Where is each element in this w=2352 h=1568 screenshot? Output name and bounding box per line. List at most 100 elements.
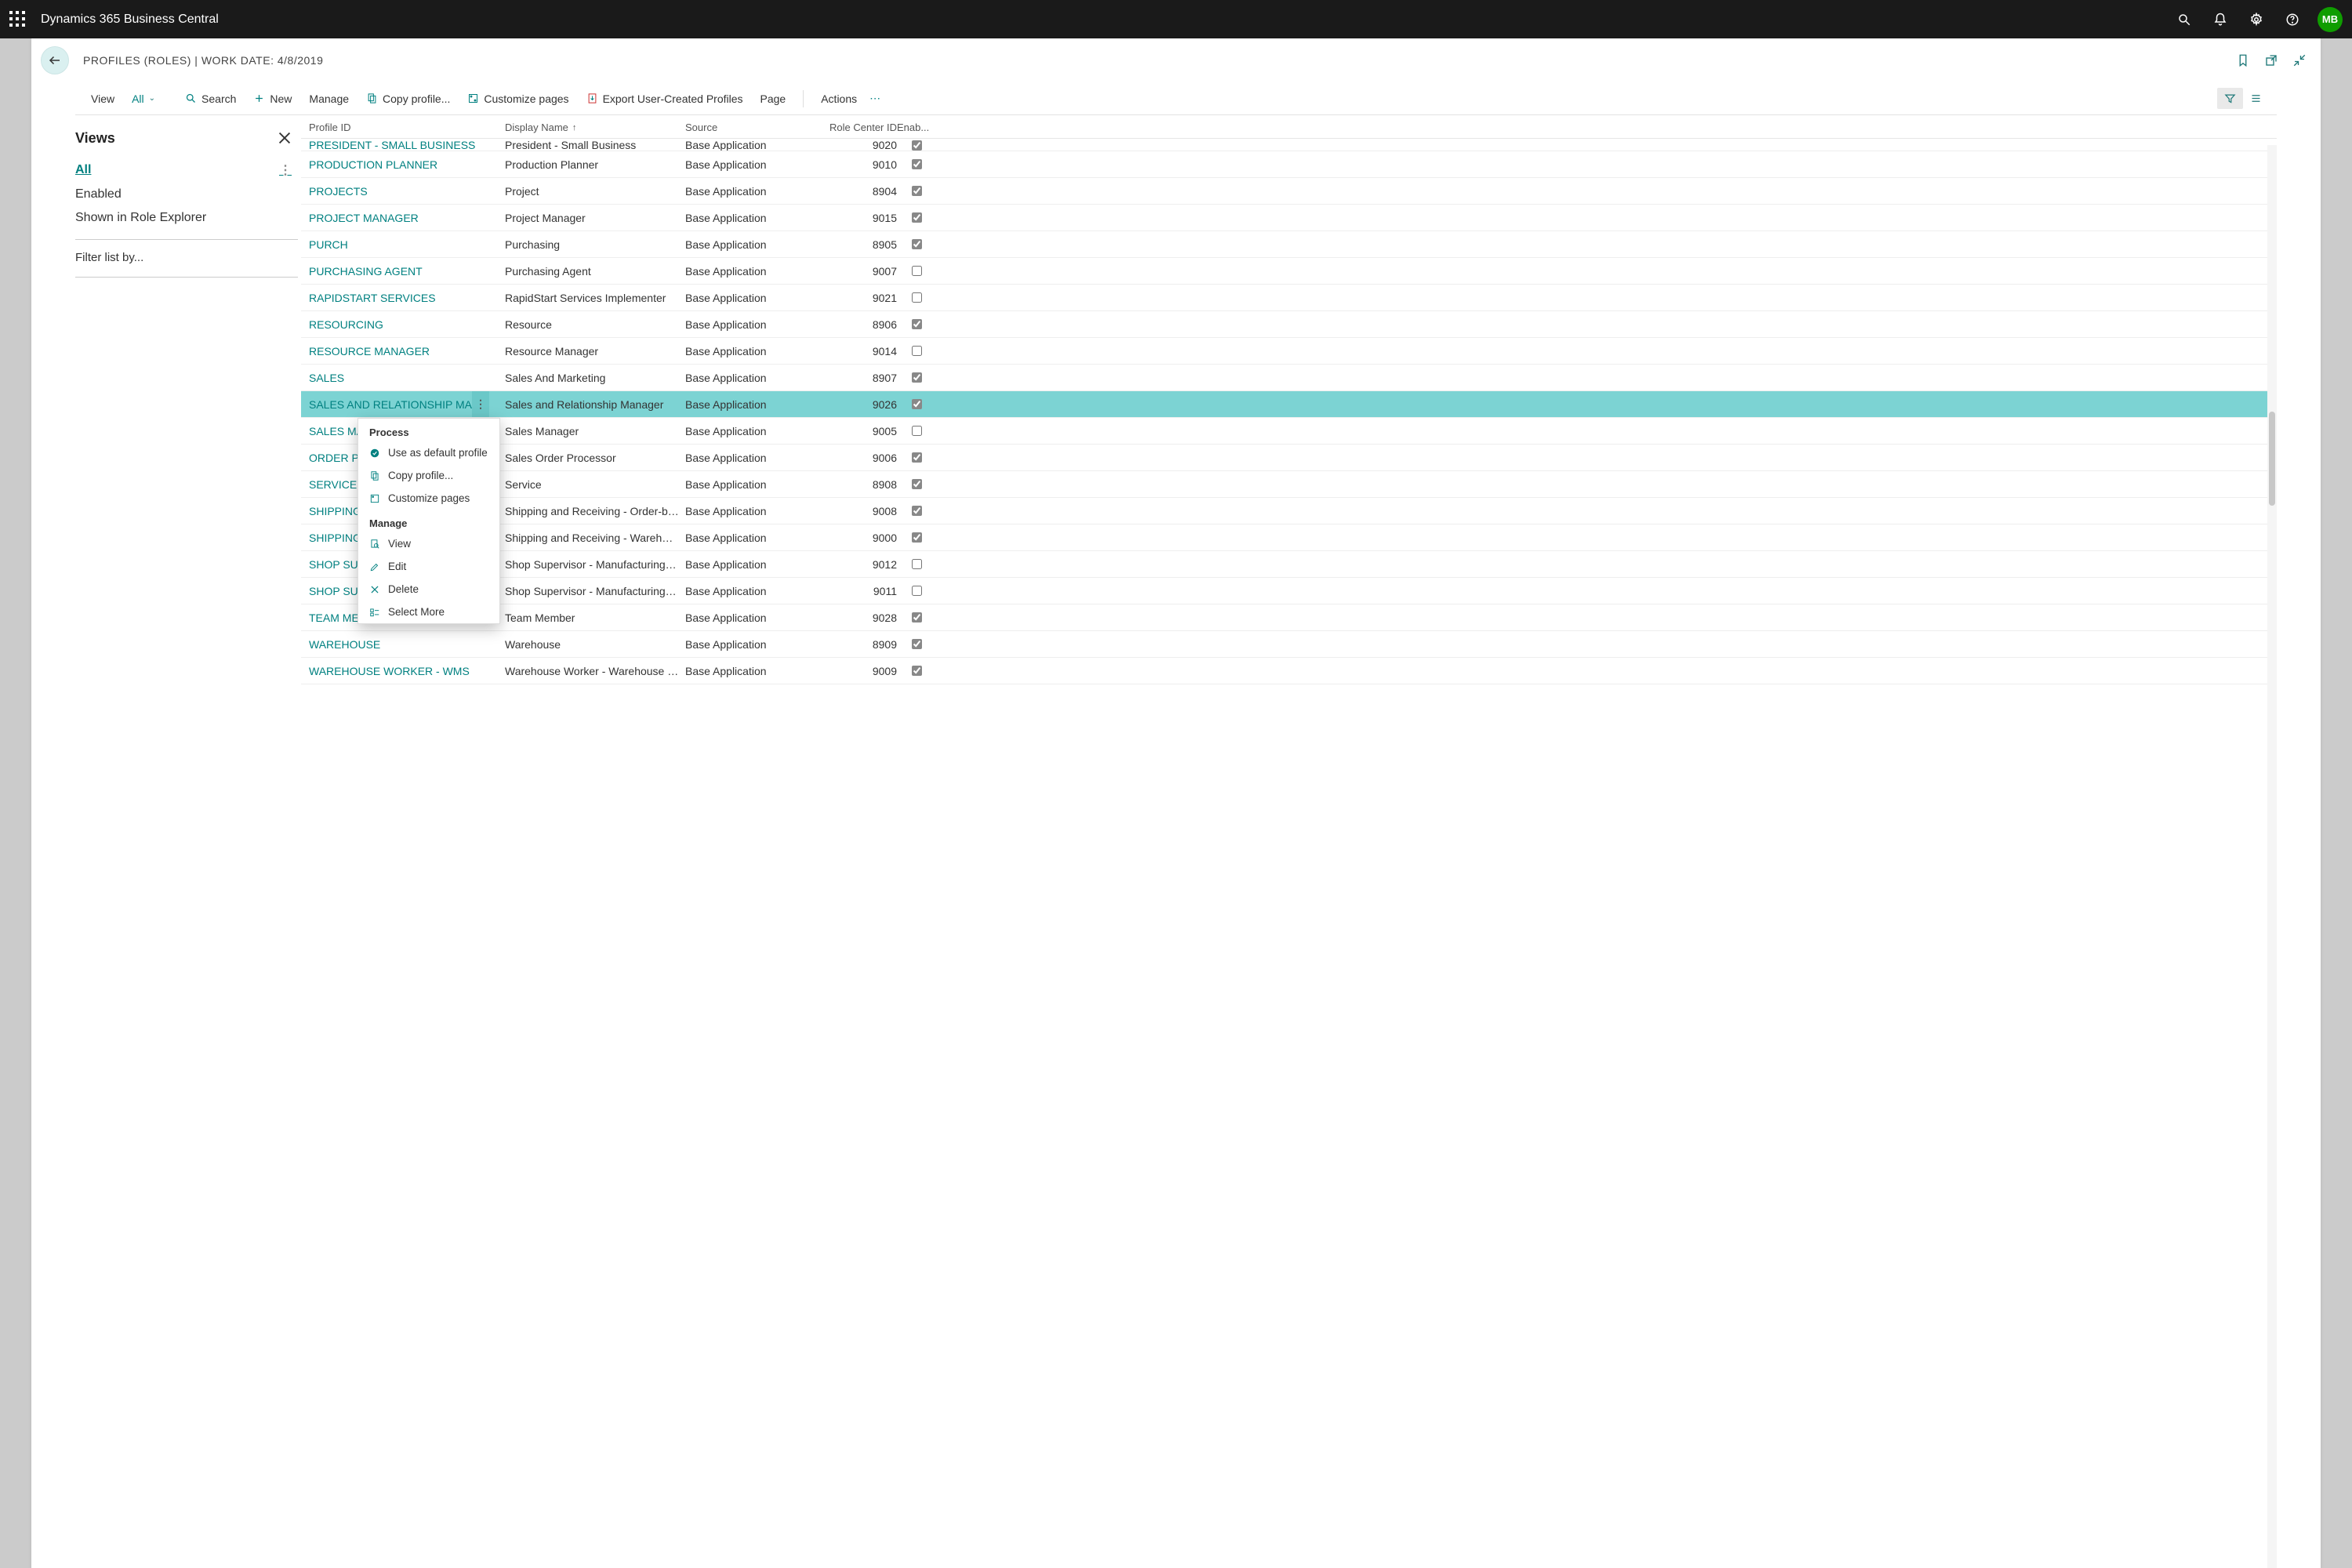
view-item[interactable]: Enabled (75, 183, 298, 206)
collapse-icon[interactable] (2288, 49, 2311, 72)
col-role-center[interactable]: Role Center ID (818, 122, 897, 133)
profile-id-link[interactable]: RESOURCING (309, 318, 505, 331)
table-row[interactable]: RESOURCE MANAGERResource ManagerBase App… (301, 338, 2277, 365)
col-enabled[interactable]: Enab... (897, 122, 936, 133)
notifications-icon[interactable] (2205, 4, 2236, 35)
enabled-checkbox[interactable] (912, 479, 922, 489)
enabled-checkbox[interactable] (912, 639, 922, 649)
table-row[interactable]: SALES AND RELATIONSHIP MAN…Sales and Rel… (301, 391, 2277, 418)
table-row[interactable]: TEAM MEMBERTeam MemberBase Application90… (301, 604, 2277, 631)
table-row[interactable]: WAREHOUSEWarehouseBase Application8909⋮ (301, 631, 2277, 658)
profile-id-link[interactable]: PURCHASING AGENT (309, 265, 505, 278)
export-profiles-button[interactable]: Export User-Created Profiles (579, 89, 751, 108)
col-display-name[interactable]: Display Name (505, 122, 685, 133)
table-row[interactable]: ORDER PROCESSORSales Order ProcessorBase… (301, 445, 2277, 471)
view-more-icon[interactable]: ⋮ (273, 162, 298, 178)
enabled-checkbox[interactable] (912, 346, 922, 356)
enabled-checkbox[interactable] (912, 159, 922, 169)
search-icon[interactable] (2169, 4, 2200, 35)
table-row[interactable]: SALES MANAGERSales ManagerBase Applicati… (301, 418, 2277, 445)
enabled-checkbox[interactable] (912, 292, 922, 303)
avatar[interactable]: MB (2318, 7, 2343, 32)
view-item[interactable]: All⋮ (75, 158, 298, 183)
copy-profile-button[interactable]: Copy profile... (358, 89, 458, 108)
enabled-checkbox[interactable] (912, 266, 922, 276)
profile-id-link[interactable]: RESOURCE MANAGER (309, 345, 505, 358)
table-row[interactable]: PRESIDENT - SMALL BUSINESSPresident - Sm… (301, 139, 2277, 151)
profile-id-link[interactable]: PRODUCTION PLANNER (309, 158, 505, 171)
table-row[interactable]: SALESSales And MarketingBase Application… (301, 365, 2277, 391)
enabled-checkbox[interactable] (912, 186, 922, 196)
row-actions-icon[interactable]: ⋮ (472, 391, 489, 417)
scrollbar[interactable] (2267, 145, 2277, 1568)
table-row[interactable]: SHOP SUPERVISORShop Supervisor - Manufac… (301, 551, 2277, 578)
more-actions-icon[interactable]: ⋯ (866, 89, 884, 108)
cm-copy-profile[interactable]: Copy profile... (358, 464, 499, 487)
table-row[interactable]: WAREHOUSE WORKER - WMSWarehouse Worker -… (301, 658, 2277, 684)
cm-view[interactable]: View (358, 532, 499, 555)
scrollbar-thumb[interactable] (2269, 412, 2275, 506)
enabled-checkbox[interactable] (912, 506, 922, 516)
table-row[interactable]: PURCHPurchasingBase Application8905⋮ (301, 231, 2277, 258)
col-profile-id[interactable]: Profile ID (309, 122, 505, 133)
enabled-checkbox[interactable] (912, 372, 922, 383)
popout-icon[interactable] (2259, 49, 2283, 72)
enabled-checkbox[interactable] (912, 452, 922, 463)
cm-delete[interactable]: Delete (358, 578, 499, 601)
table-row[interactable]: SHOP SUPERVISOR - FOUNDATIONShop Supervi… (301, 578, 2277, 604)
col-source[interactable]: Source (685, 122, 818, 133)
enabled-checkbox[interactable] (912, 239, 922, 249)
enabled-checkbox[interactable] (912, 426, 922, 436)
source: Base Application (685, 665, 818, 677)
enabled-checkbox[interactable] (912, 140, 922, 151)
view-item[interactable]: Shown in Role Explorer (75, 206, 298, 230)
enabled-checkbox[interactable] (912, 532, 922, 543)
table-row[interactable]: RAPIDSTART SERVICESRapidStart Services I… (301, 285, 2277, 311)
cm-edit[interactable]: Edit (358, 555, 499, 578)
search-button[interactable]: Search (177, 89, 244, 108)
table-row[interactable]: SHIPPING AND RECEIVINGShipping and Recei… (301, 498, 2277, 524)
profile-id-link[interactable]: PROJECTS (309, 185, 505, 198)
settings-icon[interactable] (2241, 4, 2272, 35)
app-launcher-icon[interactable] (9, 11, 27, 28)
cm-use-default[interactable]: Use as default profile (358, 441, 499, 464)
close-views-icon[interactable] (276, 129, 293, 147)
enabled-checkbox[interactable] (912, 319, 922, 329)
filter-list-by[interactable]: Filter list by... (75, 248, 298, 267)
cm-customize[interactable]: Customize pages (358, 487, 499, 510)
filter-pane-icon[interactable] (2217, 88, 2243, 109)
profile-id-link[interactable]: PURCH (309, 238, 505, 251)
view-menu[interactable]: View (83, 89, 122, 108)
profile-id-link[interactable]: SALES (309, 372, 505, 384)
all-filter[interactable]: All⌄ (124, 89, 163, 108)
enabled-checkbox[interactable] (912, 559, 922, 569)
profile-id-link[interactable]: PRESIDENT - SMALL BUSINESS (309, 139, 505, 151)
enabled-checkbox[interactable] (912, 666, 922, 676)
profile-id-link[interactable]: WAREHOUSE WORKER - WMS (309, 665, 505, 677)
customize-pages-button[interactable]: Customize pages (459, 89, 576, 108)
source: Base Application (685, 452, 818, 464)
bookmark-icon[interactable] (2231, 49, 2255, 72)
back-button[interactable] (41, 46, 69, 74)
table-row[interactable]: PRODUCTION PLANNERProduction PlannerBase… (301, 151, 2277, 178)
table-row[interactable]: SHIPPING AND RECEIVING - WMSShipping and… (301, 524, 2277, 551)
enabled-checkbox[interactable] (912, 399, 922, 409)
table-row[interactable]: RESOURCINGResourceBase Application8906⋮ (301, 311, 2277, 338)
table-row[interactable]: PROJECT MANAGERProject ManagerBase Appli… (301, 205, 2277, 231)
profile-id-link[interactable]: RAPIDSTART SERVICES (309, 292, 505, 304)
profile-id-link[interactable]: WAREHOUSE (309, 638, 505, 651)
profile-id-link[interactable]: PROJECT MANAGER (309, 212, 505, 224)
actions-menu[interactable]: Actions (813, 89, 865, 108)
enabled-checkbox[interactable] (912, 612, 922, 622)
manage-menu[interactable]: Manage (301, 89, 357, 108)
enabled-checkbox[interactable] (912, 212, 922, 223)
enabled-checkbox[interactable] (912, 586, 922, 596)
list-view-icon[interactable] (2243, 88, 2269, 109)
new-button[interactable]: New (245, 89, 299, 108)
page-menu[interactable]: Page (753, 89, 794, 108)
cm-select-more[interactable]: Select More (358, 601, 499, 623)
table-row[interactable]: PURCHASING AGENTPurchasing AgentBase App… (301, 258, 2277, 285)
help-icon[interactable] (2277, 4, 2308, 35)
table-row[interactable]: SERVICESServiceBase Application8908⋮ (301, 471, 2277, 498)
table-row[interactable]: PROJECTSProjectBase Application8904⋮ (301, 178, 2277, 205)
